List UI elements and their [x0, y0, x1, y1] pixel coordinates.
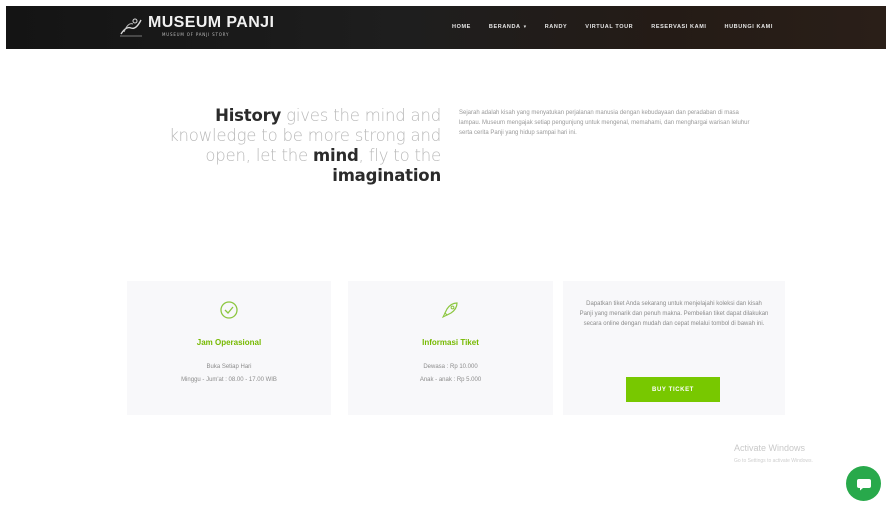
activate-windows-title: Activate Windows — [734, 443, 806, 453]
nav-item-home[interactable]: HOME — [452, 24, 471, 30]
chat-button[interactable] — [846, 466, 881, 501]
quote-word-imagination: imagination — [332, 166, 441, 185]
buy-ticket-text: Dapatkan tiket Anda sekarang untuk menje… — [579, 301, 769, 328]
brand-title: MUSEUM PANJI — [148, 14, 275, 31]
nav-item-beranda-label: BERANDA — [488, 24, 521, 30]
brand-subtitle: MUSEUM OF PANJI STORY — [162, 32, 230, 37]
wayang-logo-icon — [120, 18, 142, 37]
hours-line-1: Buka Setiap Hari — [206, 364, 252, 370]
buy-ticket-button[interactable]: BUY TICKET — [626, 377, 720, 402]
clock-icon — [220, 301, 238, 319]
hours-title: Jam Operasional — [196, 338, 262, 347]
quote-word-mind: mind — [313, 146, 359, 165]
hero-quote: History gives the mind and knowledge to … — [130, 106, 441, 186]
ticket-info-title: Informasi Tiket — [422, 338, 479, 347]
nav-item-virtual-tour[interactable]: VIRTUAL TOUR — [585, 24, 633, 30]
intro-paragraph: Sejarah adalah kisah yang menyatukan per… — [459, 110, 750, 136]
hours-line-2: Minggu - Jum'at : 08.00 - 17.00 WIB — [181, 377, 277, 383]
nav-item-beranda[interactable]: BERANDA ▾ — [489, 24, 527, 30]
quote-word-history: History — [215, 106, 282, 125]
quote-part-3: , fly to the — [358, 146, 442, 165]
hours-card: Jam Operasional Buka Setiap Hari Minggu … — [127, 281, 331, 415]
navbar: MUSEUM PANJI MUSEUM OF PANJI STORY HOME … — [6, 6, 886, 49]
chevron-down-icon: ▾ — [523, 24, 527, 30]
ticket-price-child: Anak - anak : Rp 5.000 — [419, 377, 482, 383]
nav-item-randy[interactable]: RANDY — [545, 24, 568, 30]
main-menu: HOME BERANDA ▾ RANDY VIRTUAL TOUR RESERVA… — [452, 24, 791, 30]
rocket-icon — [441, 302, 458, 319]
nav-item-reservasi[interactable]: RESERVASI KAMI — [651, 24, 706, 30]
activate-windows-subtitle: Go to Settings to activate Windows. — [734, 458, 813, 464]
ticket-price-adult: Dewasa : Rp 10.000 — [423, 364, 478, 370]
chat-bubble-icon — [856, 478, 871, 490]
brand-logo[interactable]: MUSEUM PANJI MUSEUM OF PANJI STORY — [118, 14, 274, 42]
nav-item-hubungi[interactable]: HUBUNGI KAMI — [725, 24, 773, 30]
buy-ticket-card: Dapatkan tiket Anda sekarang untuk menje… — [563, 281, 785, 415]
quote-part-2: let the — [250, 146, 313, 165]
ticket-info-card: Informasi Tiket Dewasa : Rp 10.000 Anak … — [348, 281, 553, 415]
